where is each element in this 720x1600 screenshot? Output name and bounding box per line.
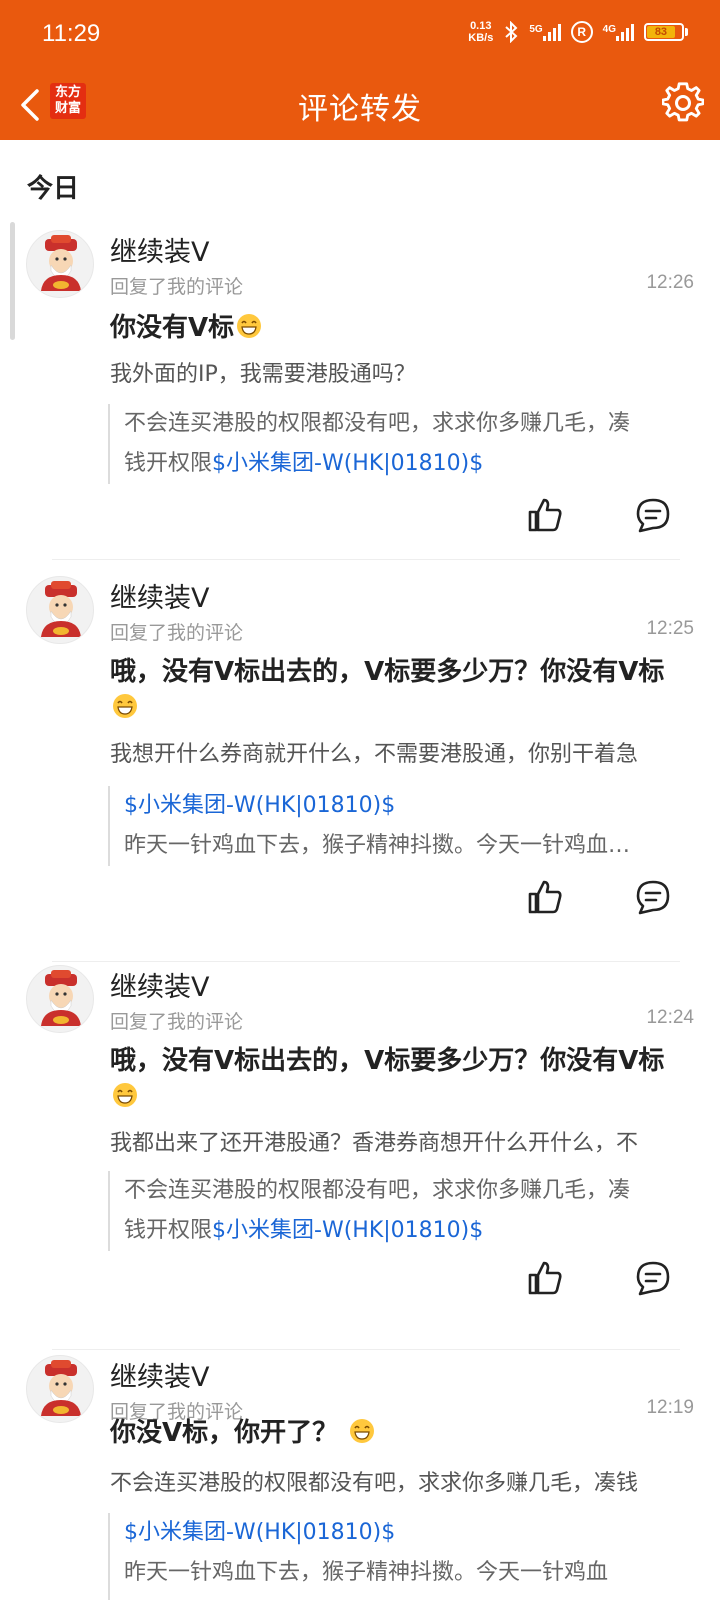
divider: [52, 961, 680, 962]
reply-button[interactable]: [634, 878, 672, 916]
avatar-god-of-wealth-icon: [41, 970, 81, 1026]
stock-link[interactable]: $小米集团-W(HK|01810)$: [212, 1218, 483, 1243]
battery-indicator: 83: [644, 23, 688, 41]
list-item[interactable]: 继续装V 回复了我的评论 12:24 哦，没有V标出去的，V标要多少万？你没有V…: [0, 965, 720, 1351]
comment-text[interactable]: 哦，没有V标出去的，V标要多少万？你没有V标: [110, 1043, 690, 1115]
divider: [52, 1349, 680, 1350]
stock-link[interactable]: $小米集团-W(HK|01810)$: [212, 451, 483, 476]
quote-line: 不会连买港股的权限都没有吧，求求你多赚几毛，凑: [124, 411, 631, 436]
quoted-post[interactable]: $小米集团-W(HK|01810)$ 昨天一针鸡血下去，猴子精神抖擞。今天一针鸡…: [108, 1513, 688, 1600]
app-header: 11:29 0.13 KB/s 5G R 4G 83 东方 财富 评论转发: [0, 0, 720, 140]
quote-line: 昨天一针鸡血下去，猴子精神抖擞。今天一针鸡血: [124, 1560, 609, 1585]
thumbs-up-icon: [528, 880, 562, 914]
quote-line: 钱开权限$小米集团-W(HK|01810)$: [124, 451, 484, 476]
avatar-god-of-wealth-icon: [41, 581, 81, 637]
battery-level: 83: [647, 26, 675, 38]
avatar[interactable]: [26, 576, 94, 644]
status-icons: 0.13 KB/s 5G R 4G 83: [468, 20, 688, 44]
parent-comment[interactable]: 不会连买港股的权限都没有吧，求求你多赚几毛，凑钱: [110, 1469, 692, 1499]
grin-emoji-icon: [113, 1083, 137, 1107]
avatar[interactable]: [26, 1355, 94, 1423]
reply-button[interactable]: [634, 496, 672, 534]
quote-line: 钱开权限$小米集团-W(HK|01810)$: [124, 1218, 484, 1243]
like-button[interactable]: [526, 1259, 564, 1297]
comment-icon: [636, 498, 670, 533]
reply-label: 回复了我的评论: [110, 1011, 244, 1033]
grin-emoji-icon: [237, 314, 262, 338]
username[interactable]: 继续装V: [110, 576, 209, 615]
signal-bars-icon: [542, 23, 561, 41]
timestamp: 12:25: [646, 618, 694, 639]
timestamp: 12:24: [646, 1007, 694, 1028]
signal-4g: 4G: [603, 23, 634, 41]
username[interactable]: 继续装V: [110, 965, 209, 1004]
divider: [52, 559, 680, 560]
avatar-god-of-wealth-icon: [41, 1360, 81, 1416]
parent-comment[interactable]: 我想开什么券商就开什么，不需要港股通，你别干着急: [110, 740, 692, 770]
page-title: 评论转发: [298, 92, 422, 127]
comment-text[interactable]: 哦，没有V标出去的，V标要多少万？你没有V标: [110, 654, 690, 726]
reply-label: 回复了我的评论: [110, 276, 244, 298]
stock-link[interactable]: $小米集团-W(HK|01810)$: [124, 1520, 395, 1545]
username[interactable]: 继续装V: [110, 1355, 209, 1394]
thumbs-up-icon: [528, 498, 562, 532]
username[interactable]: 继续装V: [110, 230, 209, 269]
signal-5g: 5G: [529, 23, 561, 41]
timestamp: 12:26: [646, 272, 694, 293]
signal-bars-icon: [616, 23, 634, 41]
quote-line: $小米集团-W(HK|01810)$: [124, 786, 688, 826]
avatar-god-of-wealth-icon: [41, 235, 81, 291]
section-title-today: 今日: [27, 174, 80, 204]
comment-icon: [636, 880, 670, 915]
quote-line: 不会连买港股的权限都没有吧，求求你多赚几毛，凑: [124, 1178, 631, 1203]
comment-text[interactable]: 你没V标，你开了？: [110, 1415, 690, 1451]
quoted-post[interactable]: 不会连买港股的权限都没有吧，求求你多赚几毛，凑 钱开权限$小米集团-W(HK|0…: [108, 404, 688, 484]
status-bar: 11:29 0.13 KB/s 5G R 4G 83: [0, 0, 720, 70]
grin-emoji-icon: [113, 694, 137, 718]
parent-comment[interactable]: 我外面的IP，我需要港股通吗？: [110, 360, 692, 390]
thumbs-up-icon: [528, 1261, 562, 1295]
list-item[interactable]: 继续装V 回复了我的评论 12:26 你没有V标 我外面的IP，我需要港股通吗？…: [0, 230, 720, 560]
list-item[interactable]: 继续装V 回复了我的评论 12:25 哦，没有V标出去的，V标要多少万？你没有V…: [0, 576, 720, 962]
comment-icon: [636, 1261, 670, 1296]
list-item[interactable]: 继续装V 回复了我的评论 12:19 你没V标，你开了？ 不会连买港股的权限都没…: [0, 1355, 720, 1600]
reply-button[interactable]: [634, 1259, 672, 1297]
roaming-badge: R: [570, 21, 593, 43]
settings-button[interactable]: [658, 78, 708, 128]
quote-line: $小米集团-W(HK|01810)$: [124, 1513, 688, 1553]
parent-comment[interactable]: 我都出来了还开港股通？香港券商想开什么开什么，不: [110, 1129, 692, 1159]
reply-label: 回复了我的评论: [110, 622, 244, 644]
bluetooth-icon: [505, 21, 518, 43]
quote-line: 昨天一针鸡血下去，猴子精神抖擞。今天一针鸡血…: [124, 833, 631, 858]
like-button[interactable]: [526, 878, 564, 916]
avatar[interactable]: [26, 965, 94, 1033]
status-time: 11:29: [42, 20, 101, 47]
quoted-post[interactable]: 不会连买港股的权限都没有吧，求求你多赚几毛，凑 钱开权限$小米集团-W(HK|0…: [108, 1171, 688, 1251]
quoted-post[interactable]: $小米集团-W(HK|01810)$ 昨天一针鸡血下去，猴子精神抖擞。今天一针鸡…: [108, 786, 688, 866]
gear-icon: [662, 82, 704, 122]
nav-bar: 东方 财富 评论转发: [0, 70, 720, 140]
stock-link[interactable]: $小米集团-W(HK|01810)$: [124, 793, 395, 818]
like-button[interactable]: [526, 496, 564, 534]
grin-emoji-icon: [350, 1419, 375, 1443]
comment-text[interactable]: 你没有V标: [110, 310, 690, 346]
avatar[interactable]: [26, 230, 94, 298]
net-speed: 0.13 KB/s: [468, 20, 494, 44]
